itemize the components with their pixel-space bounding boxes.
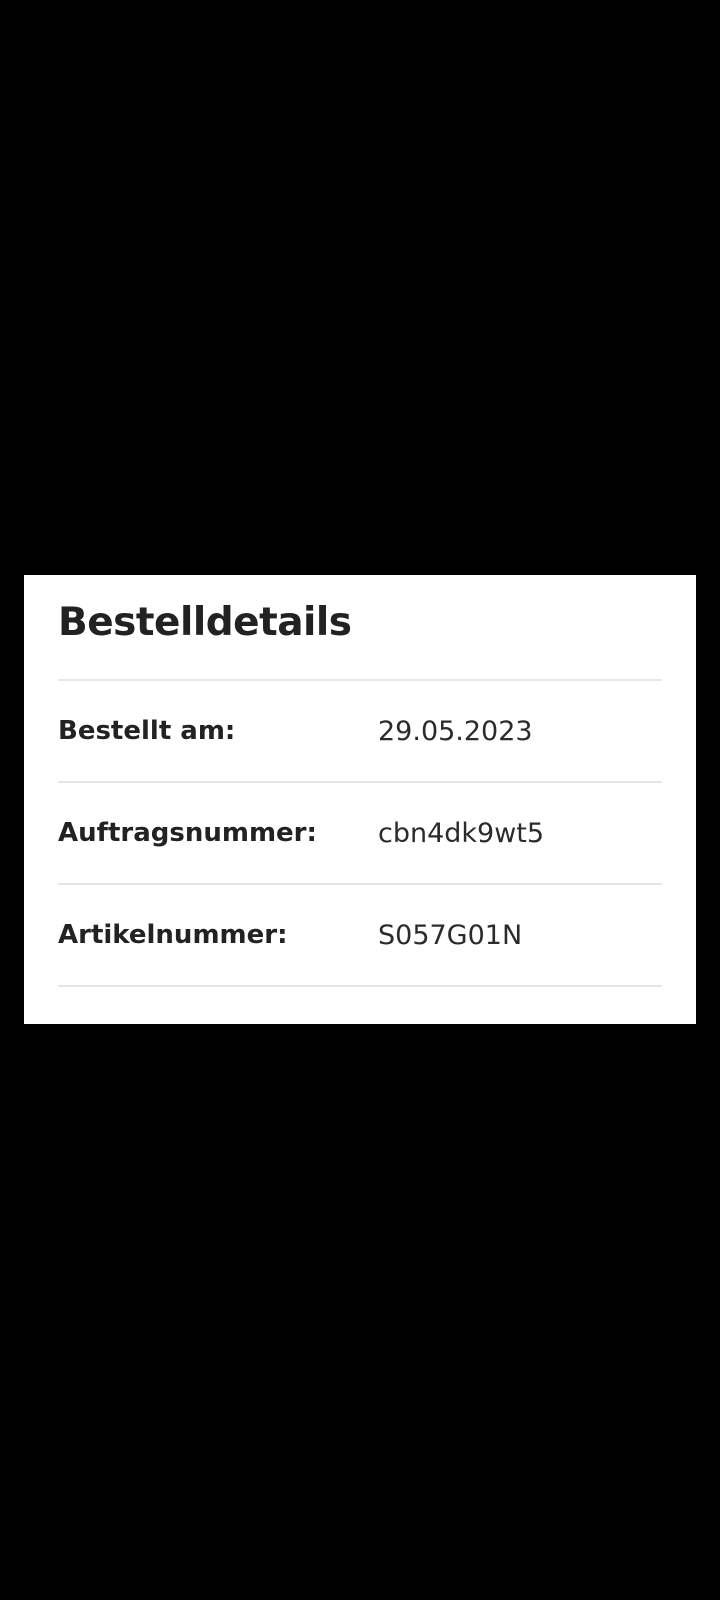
detail-row-order-number: Auftragsnummer: cbn4dk9wt5 (58, 783, 662, 885)
screen: Bestelldetails Bestellt am: 29.05.2023 A… (0, 0, 720, 1600)
order-details-card: Bestelldetails Bestellt am: 29.05.2023 A… (24, 575, 696, 1024)
article-number-label: Artikelnummer: (58, 920, 288, 950)
detail-row-article-number: Artikelnummer: S057G01N (58, 885, 662, 987)
order-number-value: cbn4dk9wt5 (378, 817, 545, 849)
order-date-label: Bestellt am: (58, 716, 236, 746)
order-number-label: Auftragsnummer: (58, 818, 317, 848)
article-number-value: S057G01N (378, 919, 523, 951)
detail-row-order-date: Bestellt am: 29.05.2023 (58, 681, 662, 783)
order-date-value: 29.05.2023 (378, 715, 533, 747)
card-title: Bestelldetails (58, 575, 662, 681)
